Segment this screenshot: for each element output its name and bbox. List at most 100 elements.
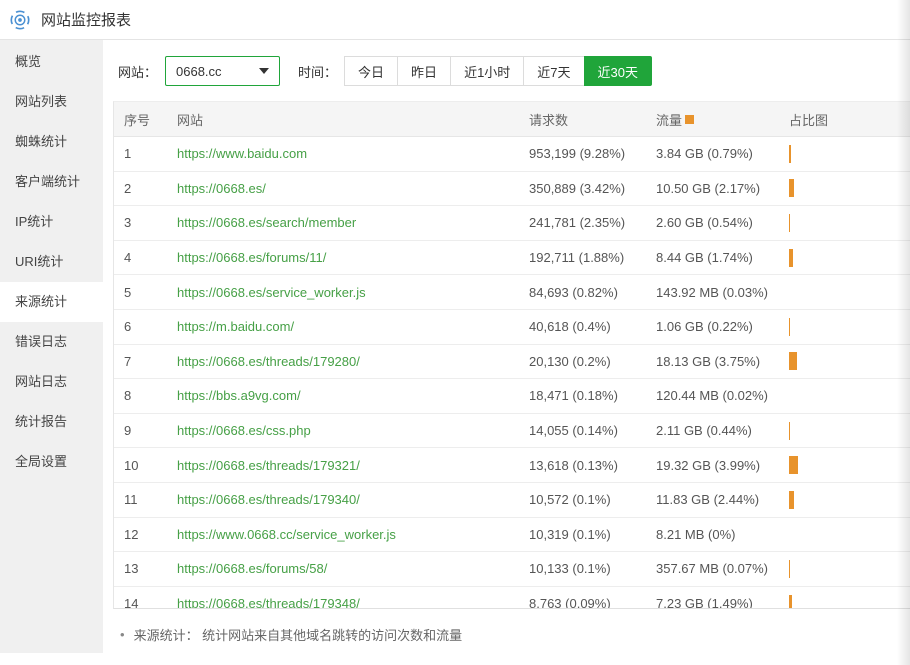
traffic-proportion-bar <box>789 352 797 370</box>
referrer-url-link[interactable]: https://m.baidu.com/ <box>177 319 294 334</box>
sidebar-item[interactable]: 客户端统计 <box>0 162 103 202</box>
traffic-legend-square-icon <box>685 115 694 124</box>
traffic-proportion-bar <box>789 456 798 474</box>
filter-bar: 网站： 0668.cc 时间： 今日 昨日 近1小时 近7天 <box>118 56 910 86</box>
sidebar-item[interactable]: 网站日志 <box>0 362 103 402</box>
monitor-target-icon <box>9 9 31 31</box>
sidebar-item[interactable]: 全局设置 <box>0 442 103 482</box>
col-header-requests: 请求数 <box>529 110 656 129</box>
referrer-url-link[interactable]: https://0668.es/threads/179280/ <box>177 354 360 369</box>
referrer-url-link[interactable]: https://0668.es/forums/11/ <box>177 250 326 265</box>
table-header-row: 序号 网站 请求数 流量 占比图 <box>114 102 910 137</box>
row-index: 9 <box>114 423 177 438</box>
time-range-button[interactable]: 近7天 <box>523 56 584 86</box>
row-requests: 18,471 (0.18%) <box>529 388 656 403</box>
referrer-url-link[interactable]: https://0668.es/css.php <box>177 423 311 438</box>
traffic-proportion-bar <box>789 422 790 440</box>
sidebar-nav: 概览 网站列表 蜘蛛统计 客户端统计 IP统计 URI统计 来源统计 错误日志 … <box>0 40 103 653</box>
referrer-url-link[interactable]: https://0668.es/threads/179321/ <box>177 458 360 473</box>
app-header: 网站监控报表 <box>0 0 910 40</box>
table-row: 10 https://0668.es/threads/179321/ 13,61… <box>114 448 910 483</box>
row-requests: 14,055 (0.14%) <box>529 423 656 438</box>
table-row: 9 https://0668.es/css.php 14,055 (0.14%)… <box>114 414 910 449</box>
table-row: 12 https://www.0668.cc/service_worker.js… <box>114 518 910 553</box>
table-row: 3 https://0668.es/search/member 241,781 … <box>114 206 910 241</box>
sidebar-item[interactable]: 统计报告 <box>0 402 103 442</box>
referrer-url-link[interactable]: https://0668.es/service_worker.js <box>177 285 366 300</box>
table-row: 13 https://0668.es/forums/58/ 10,133 (0.… <box>114 552 910 587</box>
row-traffic: 18.13 GB (3.75%) <box>656 354 789 369</box>
col-header-site: 网站 <box>177 110 529 129</box>
page-title: 网站监控报表 <box>41 9 131 30</box>
site-filter-label: 网站： <box>118 62 157 81</box>
referrer-url-link[interactable]: https://bbs.a9vg.com/ <box>177 388 301 403</box>
row-traffic: 8.21 MB (0%) <box>656 527 789 542</box>
time-filter-label: 时间： <box>298 62 337 81</box>
row-traffic: 11.83 GB (2.44%) <box>656 492 789 507</box>
referrer-url-link[interactable]: https://www.0668.cc/service_worker.js <box>177 527 396 542</box>
traffic-proportion-bar <box>789 179 794 197</box>
traffic-proportion-bar <box>789 145 791 163</box>
row-index: 4 <box>114 250 177 265</box>
row-index: 3 <box>114 215 177 230</box>
table-row: 2 https://0668.es/ 350,889 (3.42%) 10.50… <box>114 172 910 207</box>
table-row: 6 https://m.baidu.com/ 40,618 (0.4%) 1.0… <box>114 310 910 345</box>
sidebar-item[interactable]: 网站列表 <box>0 82 103 122</box>
main-content: 网站： 0668.cc 时间： 今日 昨日 近1小时 近7天 <box>103 40 910 653</box>
sidebar-item[interactable]: 来源统计 <box>0 282 103 322</box>
referrer-url-link[interactable]: https://0668.es/search/member <box>177 215 356 230</box>
row-index: 5 <box>114 285 177 300</box>
row-requests: 953,199 (9.28%) <box>529 146 656 161</box>
bullet-icon: • <box>120 627 125 642</box>
referrer-url-link[interactable]: https://0668.es/ <box>177 181 266 196</box>
table-row: 7 https://0668.es/threads/179280/ 20,130… <box>114 345 910 380</box>
time-range-button[interactable]: 近30天 <box>584 56 652 86</box>
time-range-button[interactable]: 昨日 <box>397 56 451 86</box>
referrer-url-link[interactable]: https://www.baidu.com <box>177 146 307 161</box>
sidebar-item[interactable]: IP统计 <box>0 202 103 242</box>
app-window: 网站监控报表 概览 网站列表 蜘蛛统计 客户端统计 IP统计 URI统计 来源统… <box>0 0 910 665</box>
row-traffic: 7.23 GB (1.49%) <box>656 596 789 609</box>
row-index: 2 <box>114 181 177 196</box>
traffic-proportion-bar <box>789 491 794 509</box>
row-index: 13 <box>114 561 177 576</box>
sidebar-item[interactable]: 蜘蛛统计 <box>0 122 103 162</box>
page-body: 概览 网站列表 蜘蛛统计 客户端统计 IP统计 URI统计 来源统计 错误日志 … <box>0 40 910 653</box>
table-row: 1 https://www.baidu.com 953,199 (9.28%) … <box>114 137 910 172</box>
site-select-value: 0668.cc <box>176 64 222 79</box>
row-index: 7 <box>114 354 177 369</box>
time-range-button[interactable]: 近1小时 <box>450 56 524 86</box>
sidebar-item[interactable]: 错误日志 <box>0 322 103 362</box>
row-traffic: 2.60 GB (0.54%) <box>656 215 789 230</box>
row-traffic: 19.32 GB (3.99%) <box>656 458 789 473</box>
sidebar-item[interactable]: 概览 <box>0 42 103 82</box>
row-index: 14 <box>114 596 177 609</box>
row-traffic: 3.84 GB (0.79%) <box>656 146 789 161</box>
row-traffic: 120.44 MB (0.02%) <box>656 388 789 403</box>
row-requests: 84,693 (0.82%) <box>529 285 656 300</box>
footer-note: • 来源统计： 统计网站来自其他域名跳转的访问次数和流量 <box>120 625 910 644</box>
referrer-url-link[interactable]: https://0668.es/forums/58/ <box>177 561 327 576</box>
site-select[interactable]: 0668.cc <box>165 56 280 86</box>
chevron-down-icon <box>259 68 269 74</box>
row-requests: 10,319 (0.1%) <box>529 527 656 542</box>
traffic-proportion-bar <box>789 214 790 232</box>
row-traffic: 357.67 MB (0.07%) <box>656 561 789 576</box>
row-index: 10 <box>114 458 177 473</box>
col-header-traffic: 流量 <box>656 110 789 129</box>
referrer-url-link[interactable]: https://0668.es/threads/179340/ <box>177 492 360 507</box>
sidebar-item[interactable]: URI统计 <box>0 242 103 282</box>
row-traffic: 1.06 GB (0.22%) <box>656 319 789 334</box>
row-requests: 241,781 (2.35%) <box>529 215 656 230</box>
traffic-proportion-bar <box>789 249 793 267</box>
referrer-url-link[interactable]: https://0668.es/threads/179348/ <box>177 596 360 609</box>
row-requests: 350,889 (3.42%) <box>529 181 656 196</box>
table-row: 4 https://0668.es/forums/11/ 192,711 (1.… <box>114 241 910 276</box>
table-row: 11 https://0668.es/threads/179340/ 10,57… <box>114 483 910 518</box>
traffic-proportion-bar <box>789 595 792 609</box>
traffic-header-label: 流量 <box>656 113 682 128</box>
table-body: 1 https://www.baidu.com 953,199 (9.28%) … <box>114 137 910 609</box>
table-row: 14 https://0668.es/threads/179348/ 8,763… <box>114 587 910 609</box>
footer-note-text: 来源统计： 统计网站来自其他域名跳转的访问次数和流量 <box>134 625 463 644</box>
time-range-button[interactable]: 今日 <box>344 56 398 86</box>
